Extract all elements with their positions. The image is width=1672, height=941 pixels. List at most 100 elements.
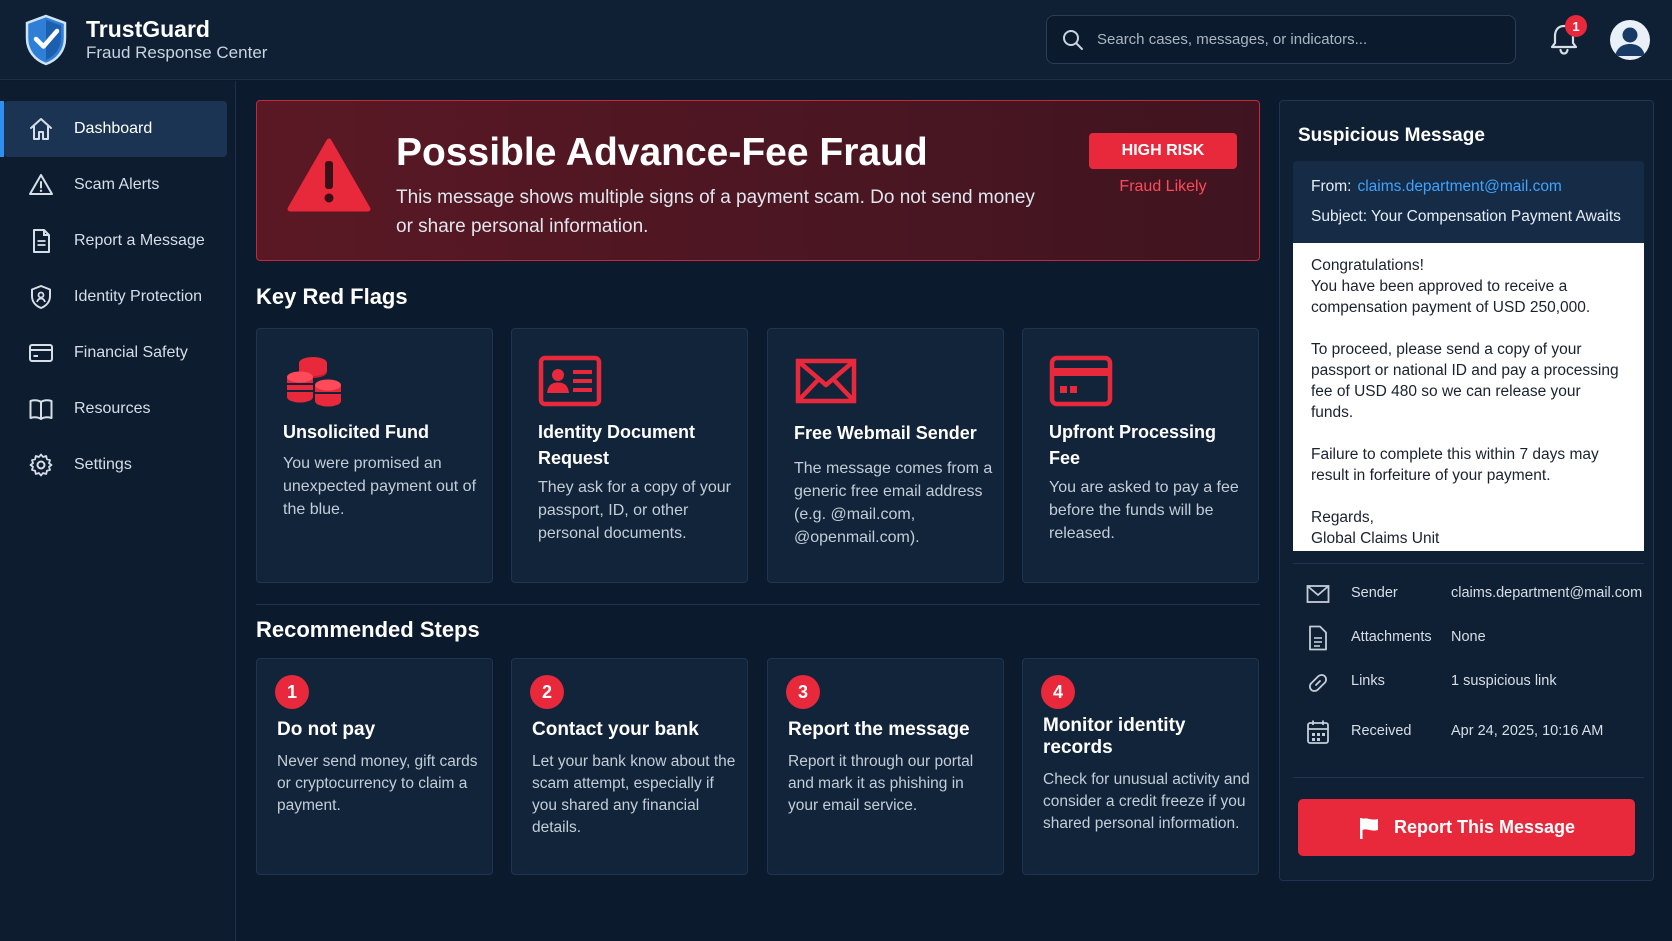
home-icon (30, 118, 52, 140)
meta-row-attachments: Attachments None (1306, 625, 1646, 653)
meta-value: None (1451, 629, 1486, 645)
red-flag-card: Identity Document Request They ask for a… (511, 328, 748, 583)
sidebar-item-label: Identity Protection (74, 288, 203, 305)
subject-value: Your Compensation Payment Awaits (1371, 208, 1621, 225)
red-flag-description: You are asked to pay a fee before the fu… (1049, 479, 1239, 542)
message-from: From: claims.department@mail.com (1311, 178, 1562, 196)
credit-card-icon (29, 344, 53, 362)
meta-row-links: Links 1 suspicious link (1306, 669, 1646, 697)
step-description: Report it through our portal and mark it… (788, 753, 974, 814)
red-flag-title: Upfront Processing Fee (1049, 422, 1217, 468)
panel-divider (1293, 777, 1644, 778)
red-flag-card: Free Webmail Sender The message comes fr… (767, 328, 1004, 583)
sidebar-item-label: Report a Message (74, 232, 205, 249)
flag-icon (1359, 817, 1378, 839)
sidebar-item-label: Scam Alerts (74, 176, 160, 193)
app-subtitle: Fraud Response Center (86, 43, 268, 62)
step-title: Do not pay (277, 719, 376, 740)
shield-icon (31, 285, 51, 309)
document-icon (33, 229, 50, 253)
meta-value: Apr 24, 2025, 10:16 AM (1451, 723, 1604, 739)
sidebar-item-label: Resources (74, 400, 151, 417)
meta-value: 1 suspicious link (1451, 673, 1557, 689)
sidebar-item-scam-alerts[interactable]: Scam Alerts (4, 157, 227, 213)
book-icon (29, 399, 53, 420)
coins-icon (287, 357, 341, 407)
search-bar[interactable] (1046, 15, 1516, 64)
avatar[interactable] (1610, 20, 1650, 60)
report-message-button[interactable]: Report This Message (1298, 799, 1635, 856)
calendar-icon (1307, 720, 1329, 744)
message-paragraph: Congratulations! You have been approved … (1311, 257, 1591, 316)
step-number-badge: 1 (275, 675, 309, 709)
alert-title: Possible Advance-Fee Fraud (396, 131, 928, 174)
envelope-icon (1306, 585, 1330, 603)
sidebar-item-identity-protection[interactable]: Identity Protection (4, 269, 227, 325)
search-icon (1063, 29, 1083, 50)
sidebar-item-label: Financial Safety (74, 344, 188, 361)
sidebar-item-settings[interactable]: Settings (4, 437, 227, 493)
red-flags-heading: Key Red Flags (256, 284, 408, 309)
risk-status: Fraud Likely (1119, 178, 1207, 195)
step-description: Check for unusual activity and consider … (1043, 771, 1250, 832)
message-paragraph: To proceed, please send a copy of your p… (1311, 341, 1619, 421)
message-paragraph: Regards, Global Claims Unit (1311, 509, 1440, 547)
sidebar-item-dashboard[interactable]: Dashboard (0, 101, 227, 157)
step-number-badge: 3 (786, 675, 820, 709)
document-icon (1309, 625, 1327, 651)
subject-label: Subject: (1311, 208, 1368, 225)
message-header: From: claims.department@mail.com Subject:… (1293, 161, 1644, 243)
step-description: Never send money, gift cards or cryptocu… (277, 753, 478, 814)
alert-description: This message shows multiple signs of a p… (396, 187, 1035, 237)
sender-email-link[interactable]: claims.department@mail.com (1357, 178, 1561, 195)
credit-card-icon (1049, 355, 1113, 407)
suspicious-message-panel: Suspicious Message From: claims.departmen… (1279, 100, 1654, 881)
section-divider (256, 604, 1260, 605)
red-flag-title: Identity Document Request (538, 422, 696, 468)
from-label: From: (1311, 178, 1352, 195)
step-title: Report the message (788, 719, 970, 740)
meta-value: claims.department@mail.com (1451, 585, 1643, 601)
link-icon (1309, 674, 1327, 692)
red-flag-description: You were promised an unexpected payment … (283, 455, 477, 518)
step-number-badge: 4 (1041, 675, 1075, 709)
user-icon (1615, 27, 1645, 56)
steps-heading: Recommended Steps (256, 617, 480, 642)
id-card-icon (538, 355, 602, 407)
red-flag-title: Free Webmail Sender (794, 423, 977, 443)
red-flag-card: Upfront Processing Fee You are asked to … (1022, 328, 1259, 583)
step-description: Let your bank know about the scam attemp… (532, 753, 736, 836)
fraud-alert-banner: Possible Advance-Fee Fraud This message … (256, 100, 1260, 261)
meta-label: Sender (1351, 585, 1398, 601)
gear-icon (29, 453, 53, 477)
step-number-badge: 2 (530, 675, 564, 709)
step-card: 4 Monitor identity records Check for unu… (1022, 658, 1259, 875)
app-name: TrustGuard (86, 16, 210, 42)
red-flag-description: They ask for a copy of your passport, ID… (538, 479, 731, 542)
sidebar-item-report-message[interactable]: Report a Message (4, 213, 227, 269)
meta-row-sender: Sender claims.department@mail.com (1306, 581, 1646, 609)
sidebar-item-resources[interactable]: Resources (4, 381, 227, 437)
brand[interactable]: TrustGuard Fraud Response Center (24, 14, 267, 66)
envelope-icon (795, 358, 857, 404)
search-input[interactable] (1097, 31, 1497, 48)
sidebar-item-financial-safety[interactable]: Financial Safety (4, 325, 227, 381)
shield-logo-icon (25, 14, 67, 66)
sidebar-item-label: Settings (74, 456, 132, 473)
step-title: Monitor identity records (1043, 715, 1186, 758)
step-card: 3 Report the message Report it through o… (767, 658, 1004, 875)
sidebar: Dashboard Scam Alerts Report a Message I… (0, 81, 236, 941)
sidebar-item-label: Dashboard (74, 120, 153, 137)
warning-icon (287, 138, 371, 212)
report-button-label: Report This Message (1393, 817, 1576, 837)
message-subject: Subject: Your Compensation Payment Await… (1311, 208, 1621, 226)
step-card: 1 Do not pay Never send money, gift card… (256, 658, 493, 875)
panel-divider (1293, 563, 1644, 564)
red-flag-title: Unsolicited Fund (283, 422, 429, 442)
meta-label: Received (1351, 723, 1412, 739)
step-title: Contact your bank (532, 719, 699, 740)
meta-label: Links (1351, 673, 1385, 689)
panel-title: Suspicious Message (1298, 125, 1485, 146)
red-flag-card: Unsolicited Fund You were promised an un… (256, 328, 493, 583)
message-paragraph: Failure to complete this within 7 days m… (1311, 446, 1599, 484)
